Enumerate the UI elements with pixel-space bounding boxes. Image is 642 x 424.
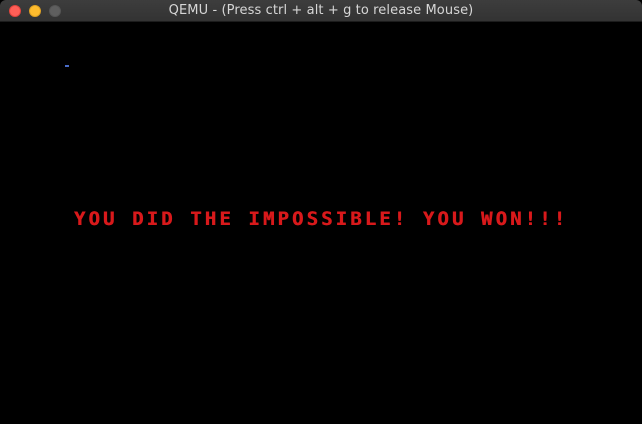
- window-title: QEMU - (Press ctrl + alt + g to release …: [168, 3, 474, 18]
- vm-display[interactable]: YOU DID THE IMPOSSIBLE! YOU WON!!!: [0, 22, 642, 424]
- text-cursor-icon: [65, 65, 69, 67]
- win-message: YOU DID THE IMPOSSIBLE! YOU WON!!!: [73, 208, 569, 230]
- qemu-window: QEMU - (Press ctrl + alt + g to release …: [0, 0, 642, 424]
- title-bar[interactable]: QEMU - (Press ctrl + alt + g to release …: [0, 0, 642, 22]
